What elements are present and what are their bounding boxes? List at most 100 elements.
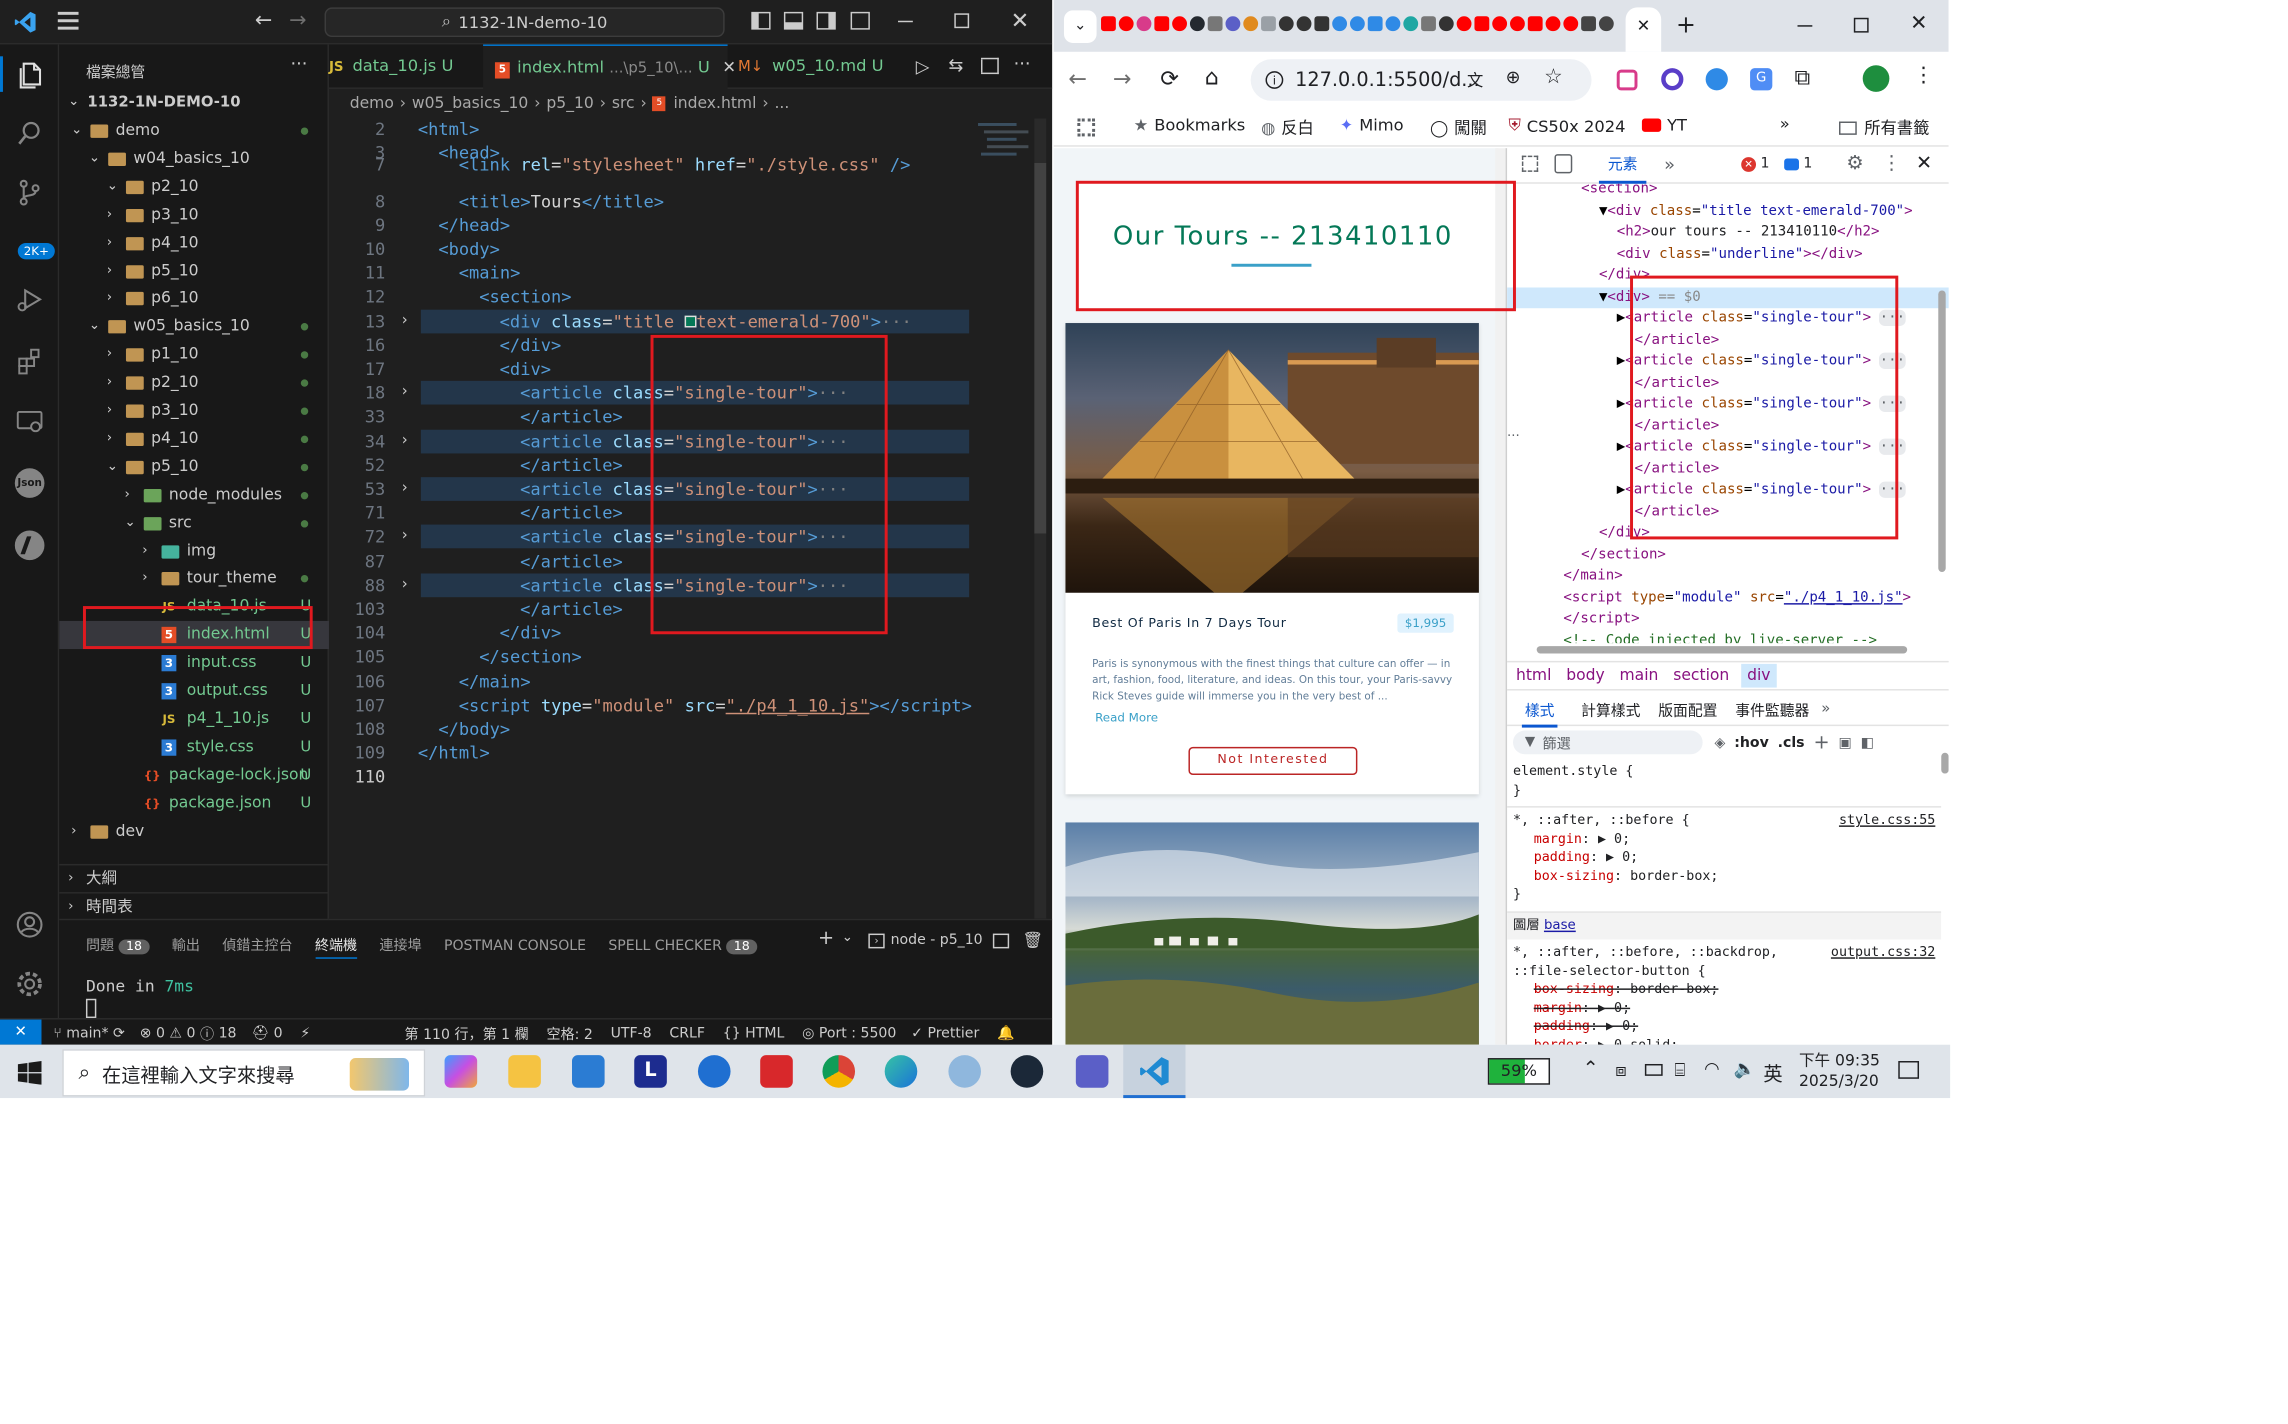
tree-item[interactable]: {} package.json U <box>59 789 329 817</box>
dom-node[interactable]: </main> <box>1507 566 1949 587</box>
tray-volume-icon[interactable]: 🔈 <box>1734 1058 1756 1079</box>
code-line[interactable]: 11 <main> <box>329 261 966 285</box>
mail-icon[interactable] <box>572 1055 605 1088</box>
tab-elements[interactable]: 元素 <box>1598 148 1647 184</box>
tab-data-10-js[interactable]: JS data_10.js U <box>329 44 483 88</box>
windows-start-icon[interactable] <box>17 1061 42 1085</box>
tab-close-icon[interactable]: ✕ <box>722 58 736 77</box>
css-property[interactable]: padding: ▶ 0; <box>1513 849 1935 868</box>
run-icon[interactable]: ▷ <box>916 56 930 77</box>
computed-styles-icon[interactable]: ▣ <box>1839 734 1852 750</box>
warning-count[interactable]: 0 <box>187 1025 196 1041</box>
all-bookmarks-folder[interactable]: 所有書籤 <box>1839 116 1929 140</box>
pinned-tab-icon[interactable] <box>1243 16 1259 32</box>
fold-chevron-icon[interactable]: › <box>400 309 409 333</box>
pinned-tab-icon[interactable] <box>1225 16 1241 32</box>
search-icon[interactable] <box>12 119 48 155</box>
code-line[interactable]: 13 <div class="title text-emerald-700">··… <box>365 309 970 333</box>
pinned-tab-icon[interactable] <box>1545 16 1561 32</box>
json-icon[interactable]: Json <box>12 465 48 501</box>
bookmark-item[interactable]: ✦ Mimo <box>1340 116 1404 135</box>
outline-section[interactable]: › 大綱 <box>59 863 329 892</box>
crumb-section[interactable]: section <box>1673 667 1729 685</box>
toggle-secondary-sidebar-icon[interactable] <box>816 11 836 30</box>
tab-event-listeners[interactable]: 事件監聽器 <box>1735 698 1809 720</box>
tab-problems[interactable]: 問題 18 <box>86 938 150 954</box>
pinned-tab-icon[interactable] <box>1367 16 1383 32</box>
clock-time[interactable]: 下午 09:35 <box>1799 1049 1880 1071</box>
zoom-icon[interactable]: ⊕ <box>1506 67 1521 88</box>
dom-node[interactable]: <section> <box>1507 184 1949 201</box>
pinned-tab-icon[interactable] <box>1136 16 1152 32</box>
tree-item[interactable]: › dev <box>59 817 329 845</box>
apps-grid-icon[interactable] <box>1077 118 1096 137</box>
vscode-taskbar-icon[interactable] <box>1123 1044 1186 1099</box>
dom-node[interactable]: <script type="module" src="./p4_1_10.js"… <box>1507 588 1949 609</box>
css-property[interactable]: margin: ▶ 0; <box>1513 831 1935 850</box>
explorer-more-icon[interactable]: ··· <box>290 53 307 74</box>
app-icon[interactable] <box>948 1055 981 1088</box>
menu-hamburger-icon[interactable] <box>57 11 79 30</box>
timeline-section[interactable]: › 時間表 <box>59 892 329 920</box>
workspace-root[interactable]: ⌄ 1132-1N-DEMO-10 <box>59 89 329 117</box>
clock-date[interactable]: 2025/3/20 <box>1799 1073 1879 1091</box>
devtools-menu-icon[interactable]: ⋮ <box>1882 153 1901 175</box>
active-tab[interactable]: ✕ <box>1625 7 1662 52</box>
fold-chevron-icon[interactable]: › <box>400 477 409 501</box>
tree-item[interactable]: ⌄ w05_basics_10 <box>59 313 329 341</box>
code-line[interactable]: 109 </html> <box>329 741 966 765</box>
pinned-tab-icon[interactable] <box>1278 16 1294 32</box>
tab-spell-checker[interactable]: SPELL CHECKER 18 <box>608 938 758 954</box>
terminal-selector[interactable]: › node - p5_10 <box>868 932 983 948</box>
toggle-sidebar-icon[interactable]: ◧ <box>1861 734 1874 750</box>
css-property[interactable]: padding: ▶ 0; <box>1513 1018 1935 1037</box>
tab-debug-console[interactable]: 偵錯主控台 <box>222 938 292 954</box>
pinned-tab-icon[interactable] <box>1510 16 1525 32</box>
tab-terminal[interactable]: 終端機 <box>314 938 358 959</box>
pinned-tab-icon[interactable] <box>1314 16 1330 32</box>
extensions-puzzle-icon[interactable]: ⧉ <box>1795 64 1811 91</box>
dom-hscrollbar-thumb[interactable] <box>1536 646 1908 654</box>
dom-node[interactable]: </section> <box>1507 545 1949 566</box>
tree-item[interactable]: 3 input.css U <box>59 649 329 677</box>
more-tabs-icon[interactable]: » <box>1821 701 1830 717</box>
tree-item[interactable]: ⌄ w04_basics_10 <box>59 145 329 173</box>
css-property[interactable]: box-sizing: border-box; <box>1513 868 1935 887</box>
split-terminal-icon[interactable] <box>992 933 1010 949</box>
file-explorer-icon[interactable] <box>508 1055 541 1088</box>
steam-icon[interactable] <box>1010 1055 1044 1088</box>
tree-item[interactable]: ⌄ p2_10 <box>59 173 329 201</box>
tab-close-icon[interactable]: ✕ <box>1626 7 1662 46</box>
language-mode[interactable]: HTML <box>745 1025 784 1041</box>
pinned-tab-icon[interactable] <box>1154 16 1170 32</box>
remote-explorer-icon[interactable] <box>12 406 48 442</box>
css-property[interactable]: box-sizing: border-box; <box>1513 981 1935 1000</box>
tab-layout[interactable]: 版面配置 <box>1658 698 1717 720</box>
battery-indicator[interactable]: 59% <box>1487 1058 1551 1085</box>
code-line[interactable]: 108 </body> <box>329 717 966 741</box>
ports-count[interactable]: 0 <box>274 1025 283 1041</box>
tree-item[interactable]: › p4_10 <box>59 229 329 257</box>
forward-icon[interactable]: → <box>1113 65 1132 92</box>
remote-indicator[interactable]: ✕ <box>0 1019 42 1045</box>
run-debug-icon[interactable] <box>12 285 48 321</box>
pinned-tab-icon[interactable] <box>1581 16 1596 32</box>
maximize-icon[interactable] <box>954 13 970 29</box>
minimize-icon[interactable] <box>1797 25 1813 27</box>
toggle-sidebar-icon[interactable] <box>751 11 771 30</box>
indentation[interactable]: 空格: 2 <box>546 1022 592 1043</box>
branch-name[interactable]: main* <box>66 1025 108 1041</box>
reload-icon[interactable]: ⟳ <box>1160 65 1179 92</box>
devtools-settings-icon[interactable]: ⚙ <box>1846 153 1863 175</box>
tree-item[interactable]: › p3_10 <box>59 397 329 425</box>
command-center-search[interactable]: ⌕ 1132-1N-demo-10 <box>324 7 725 38</box>
pinned-tab-icon[interactable] <box>1403 16 1419 32</box>
info-count[interactable]: 18 <box>219 1025 237 1041</box>
toggle-panel-icon[interactable] <box>783 11 804 30</box>
translate-extension-icon[interactable]: G <box>1750 68 1773 91</box>
code-line[interactable]: 10 <body> <box>329 237 966 261</box>
crumb-div[interactable]: div <box>1741 663 1777 688</box>
pinned-tab-icon[interactable] <box>1527 16 1543 32</box>
tree-item[interactable]: › img <box>59 537 329 565</box>
tab-search-button[interactable]: ⌄ <box>1063 10 1097 43</box>
